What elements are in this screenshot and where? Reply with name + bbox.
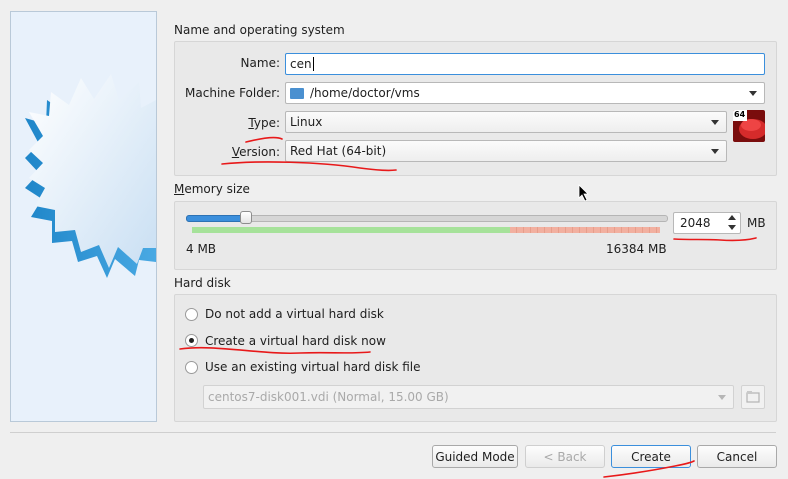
memory-range-safe: [192, 227, 510, 233]
existing-disk-select: centos7-disk001.vdi (Normal, 15.00 GB): [203, 385, 734, 409]
folder-icon: [290, 87, 304, 99]
machine-folder-label: Machine Folder:: [185, 86, 280, 100]
name-input-value: cen: [290, 57, 312, 71]
chevron-down-icon: [711, 120, 719, 125]
folder-open-icon: [746, 391, 760, 403]
mouse-pointer-icon: [578, 184, 589, 202]
machine-folder-value: /home/doctor/vms: [310, 86, 420, 100]
hard-disk-section-title: Hard disk: [174, 276, 231, 290]
type-value: Linux: [290, 115, 323, 129]
version-select[interactable]: Red Hat (64-bit): [285, 140, 727, 162]
create-label: Create: [631, 449, 671, 464]
name-os-section-title: Name and operating system: [174, 23, 345, 37]
version-label: Version:: [231, 145, 280, 159]
machine-folder-select[interactable]: /home/doctor/vms: [285, 82, 765, 104]
existing-disk-value: centos7-disk001.vdi (Normal, 15.00 GB): [208, 390, 449, 404]
memory-value: 2048: [680, 216, 711, 230]
name-label: Name:: [240, 56, 280, 70]
guided-mode-label: Guided Mode: [435, 449, 515, 464]
memory-spinbox[interactable]: 2048: [673, 212, 741, 234]
type-select[interactable]: Linux: [285, 111, 727, 133]
spin-up-icon[interactable]: [728, 215, 736, 220]
chevron-down-icon: [711, 149, 719, 154]
memory-section-title: Memory size: [174, 182, 250, 196]
memory-slider-track[interactable]: [186, 215, 668, 222]
memory-range-warning: [510, 227, 660, 233]
spin-down-icon[interactable]: [728, 225, 736, 230]
memory-min-label: 4 MB: [186, 242, 217, 256]
option-existing-disk-label[interactable]: Use an existing virtual hard disk file: [205, 360, 420, 374]
cancel-label: Cancel: [716, 449, 758, 464]
choose-disk-file-button: [741, 385, 765, 409]
memory-slider-handle[interactable]: [240, 211, 252, 224]
radio-create-disk[interactable]: [185, 334, 198, 347]
name-input[interactable]: cen: [285, 53, 765, 75]
memory-unit-label: MB: [747, 216, 766, 230]
option-create-disk-label[interactable]: Create a virtual hard disk now: [205, 334, 386, 348]
radio-existing-disk[interactable]: [185, 361, 198, 374]
os-bits-badge: 64: [734, 110, 746, 119]
wizard-banner: [10, 11, 157, 422]
cancel-button[interactable]: Cancel: [697, 445, 777, 468]
wizard-starburst-image: [25, 74, 156, 278]
footer-separator: [10, 432, 776, 433]
create-button[interactable]: Create: [611, 445, 691, 468]
back-button[interactable]: < Back: [525, 445, 605, 468]
redhat-os-icon: 64: [733, 110, 765, 142]
chevron-down-icon: [749, 91, 757, 96]
radio-no-disk[interactable]: [185, 308, 198, 321]
memory-max-label: 16384 MB: [606, 242, 667, 256]
type-label: Type:: [248, 116, 280, 130]
chevron-down-icon: [718, 395, 726, 400]
version-value: Red Hat (64-bit): [290, 144, 387, 158]
text-cursor: [312, 57, 314, 71]
option-no-disk-label[interactable]: Do not add a virtual hard disk: [205, 307, 384, 321]
guided-mode-button[interactable]: Guided Mode: [432, 445, 518, 468]
back-label: < Back: [543, 449, 587, 464]
memory-slider-fill: [186, 215, 248, 222]
